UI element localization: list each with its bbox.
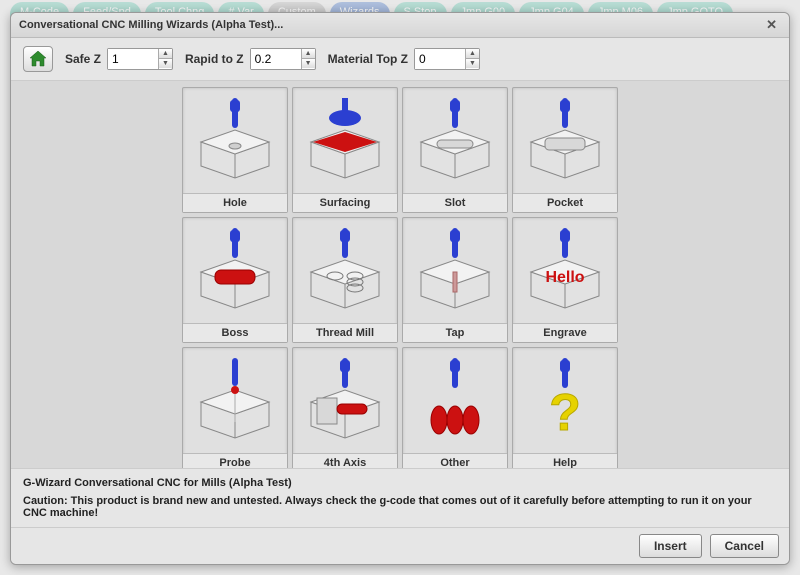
home-icon: [29, 51, 47, 67]
spin-down-icon[interactable]: ▼: [302, 59, 315, 68]
rapid-z-group: Rapid to Z ▲▼: [185, 48, 316, 70]
rapid-z-input[interactable]: [251, 49, 301, 69]
tile-label: Surfacing: [293, 193, 397, 212]
dialog-buttons: Insert Cancel: [11, 527, 789, 564]
parameter-bar: Safe Z ▲▼ Rapid to Z ▲▼ Material Top Z ▲…: [11, 38, 789, 81]
home-button[interactable]: [23, 46, 53, 72]
wizard-tile-boss[interactable]: Boss: [182, 217, 288, 343]
wizard-tile-other[interactable]: Other: [402, 347, 508, 468]
tile-label: Other: [403, 453, 507, 468]
tool-icon: [450, 98, 460, 128]
wizard-tile-pocket[interactable]: Pocket: [512, 87, 618, 213]
dialog-title: Conversational CNC Milling Wizards (Alph…: [19, 19, 283, 31]
footer-heading: G-Wizard Conversational CNC for Mills (A…: [23, 477, 777, 489]
wizard-tile-threadmill[interactable]: Thread Mill: [292, 217, 398, 343]
material-top-group: Material Top Z ▲▼: [328, 48, 480, 70]
material-top-label: Material Top Z: [328, 52, 408, 66]
tile-label: Tap: [403, 323, 507, 342]
safe-z-label: Safe Z: [65, 52, 101, 66]
spin-up-icon[interactable]: ▲: [466, 49, 479, 59]
tool-icon: [450, 358, 460, 388]
tool-icon: [230, 228, 240, 258]
close-icon[interactable]: ✕: [762, 17, 781, 33]
wizard-tile-probe[interactable]: Probe: [182, 347, 288, 468]
svg-text:Hello: Hello: [545, 269, 584, 286]
tile-label: Probe: [183, 453, 287, 468]
svg-text:?: ?: [549, 384, 581, 442]
tile-label: 4th Axis: [293, 453, 397, 468]
help-icon: ?: [513, 348, 617, 453]
wizard-tile-hole[interactable]: Hole: [182, 87, 288, 213]
tool-icon: [560, 228, 570, 258]
wizard-tile-tap[interactable]: Tap: [402, 217, 508, 343]
spin-up-icon[interactable]: ▲: [159, 49, 172, 59]
tile-label: Engrave: [513, 323, 617, 342]
wizard-tile-surfacing[interactable]: Surfacing: [292, 87, 398, 213]
surfacing-icon: [293, 88, 397, 193]
footer-caution: G-Wizard Conversational CNC for Mills (A…: [11, 468, 789, 527]
engrave-icon: Hello: [513, 218, 617, 323]
safe-z-group: Safe Z ▲▼: [65, 48, 173, 70]
rapid-z-label: Rapid to Z: [185, 52, 244, 66]
wizard-dialog: Conversational CNC Milling Wizards (Alph…: [10, 12, 790, 565]
tile-label: Boss: [183, 323, 287, 342]
tool-icon: [450, 228, 460, 258]
footer-warning: Caution: This product is brand new and u…: [23, 495, 777, 519]
safe-z-spinner[interactable]: ▲▼: [107, 48, 173, 70]
spin-down-icon[interactable]: ▼: [159, 59, 172, 68]
tile-label: Slot: [403, 193, 507, 212]
tile-label: Help: [513, 453, 617, 468]
tile-label: Hole: [183, 193, 287, 212]
wizard-tile-slot[interactable]: Slot: [402, 87, 508, 213]
threadmill-icon: [293, 218, 397, 323]
wizard-tile-help[interactable]: ? Help: [512, 347, 618, 468]
tool-icon: [340, 228, 350, 258]
probe-icon: [183, 348, 287, 453]
wizard-grid-wrap: Hole Surfacing Slot Pocket: [11, 81, 789, 468]
boss-icon: [183, 218, 287, 323]
cancel-button[interactable]: Cancel: [710, 534, 779, 558]
other-icon: [403, 348, 507, 453]
spin-up-icon[interactable]: ▲: [302, 49, 315, 59]
safe-z-input[interactable]: [108, 49, 158, 69]
tool-icon: [230, 98, 240, 128]
hole-icon: [183, 88, 287, 193]
pocket-icon: [513, 88, 617, 193]
material-top-input[interactable]: [415, 49, 465, 69]
spin-down-icon[interactable]: ▼: [466, 59, 479, 68]
tool-icon: [340, 358, 350, 388]
slot-icon: [403, 88, 507, 193]
material-top-spinner[interactable]: ▲▼: [414, 48, 480, 70]
fourthaxis-icon: [293, 348, 397, 453]
wizard-grid: Hole Surfacing Slot Pocket: [182, 87, 618, 468]
tile-label: Pocket: [513, 193, 617, 212]
insert-button[interactable]: Insert: [639, 534, 702, 558]
rapid-z-spinner[interactable]: ▲▼: [250, 48, 316, 70]
tap-icon: [403, 218, 507, 323]
wizard-tile-engrave[interactable]: Hello Engrave: [512, 217, 618, 343]
tile-label: Thread Mill: [293, 323, 397, 342]
dialog-titlebar: Conversational CNC Milling Wizards (Alph…: [11, 13, 789, 38]
tool-icon: [560, 98, 570, 128]
wizard-tile-fourthaxis[interactable]: 4th Axis: [292, 347, 398, 468]
